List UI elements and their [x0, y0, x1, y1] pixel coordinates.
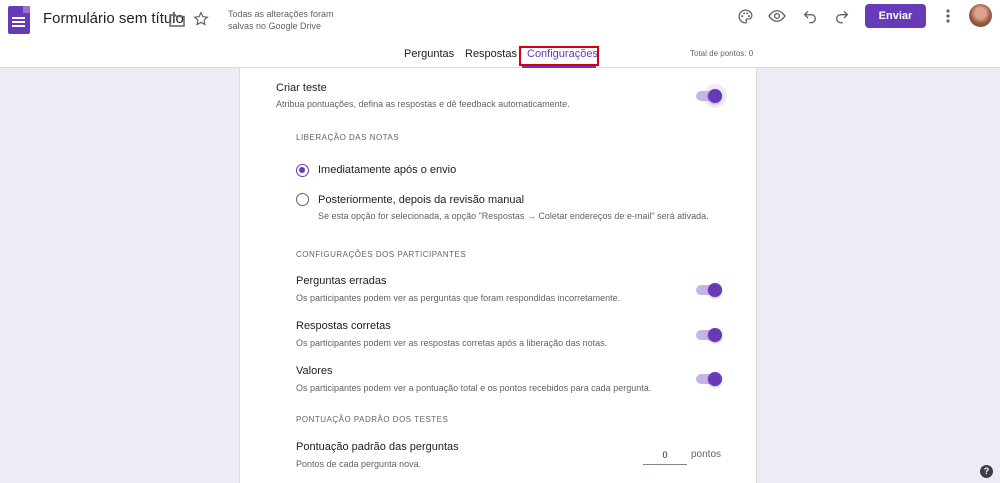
- tab-bar: Perguntas Respostas Configurações Total …: [0, 44, 1000, 68]
- save-status: Todas as alterações foram salvas no Goog…: [228, 9, 334, 31]
- quiz-description: Atribua pontuações, defina as respostas …: [276, 99, 570, 109]
- quiz-toggle[interactable]: [696, 84, 727, 108]
- palette-icon[interactable]: [735, 6, 755, 26]
- preview-eye-icon[interactable]: [767, 6, 787, 26]
- help-icon[interactable]: ?: [980, 465, 993, 478]
- send-button[interactable]: Enviar: [865, 4, 926, 28]
- defaults-heading: PONTUAÇÃO PADRÃO DOS TESTES: [296, 415, 449, 424]
- correct-answers-toggle[interactable]: [696, 328, 722, 342]
- document-title[interactable]: Formulário sem título: [43, 10, 184, 27]
- default-points-description: Pontos de cada pergunta nova.: [296, 459, 422, 469]
- folder-icon[interactable]: [168, 11, 186, 29]
- release-immediate-label[interactable]: Imediatamente após o envio: [318, 164, 456, 176]
- forms-logo-icon[interactable]: [8, 6, 30, 34]
- default-points-title: Pontuação padrão das perguntas: [296, 441, 459, 453]
- participants-heading: CONFIGURAÇÕES DOS PARTICIPANTES: [296, 250, 467, 259]
- default-points-input[interactable]: 0: [643, 447, 687, 465]
- setting-title: Respostas corretas: [296, 320, 391, 332]
- redo-icon[interactable]: [832, 6, 852, 26]
- points-unit: pontos: [691, 449, 722, 460]
- star-icon[interactable]: [192, 10, 210, 28]
- setting-title: Perguntas erradas: [296, 275, 387, 287]
- tab-questions[interactable]: Perguntas: [404, 48, 454, 60]
- wrong-answers-toggle[interactable]: [696, 283, 722, 297]
- release-immediate-radio[interactable]: [296, 164, 309, 177]
- more-options-icon[interactable]: [938, 6, 958, 26]
- setting-title: Valores: [296, 365, 333, 377]
- quiz-title: Criar teste: [276, 82, 327, 94]
- setting-description: Os participantes podem ver a pontuação t…: [296, 383, 652, 393]
- release-manual-radio[interactable]: [296, 193, 309, 206]
- release-heading: LIBERAÇÃO DAS NOTAS: [296, 133, 400, 142]
- point-values-toggle[interactable]: [696, 372, 722, 386]
- undo-icon[interactable]: [800, 6, 820, 26]
- settings-card: Criar teste Atribua pontuações, defina a…: [239, 68, 757, 483]
- setting-description: Os participantes podem ver as respostas …: [296, 338, 608, 348]
- tab-settings-highlight: [519, 46, 599, 66]
- tab-responses[interactable]: Respostas: [465, 48, 517, 60]
- setting-description: Os participantes podem ver as perguntas …: [296, 293, 621, 303]
- release-manual-label[interactable]: Posteriormente, depois da revisão manual: [318, 194, 524, 206]
- total-points: Total de pontos: 0: [690, 49, 754, 58]
- top-bar: Formulário sem título Todas as alteraçõe…: [0, 0, 1000, 68]
- release-manual-note: Se esta opção for selecionada, a opção "…: [318, 211, 709, 221]
- avatar[interactable]: [969, 4, 992, 27]
